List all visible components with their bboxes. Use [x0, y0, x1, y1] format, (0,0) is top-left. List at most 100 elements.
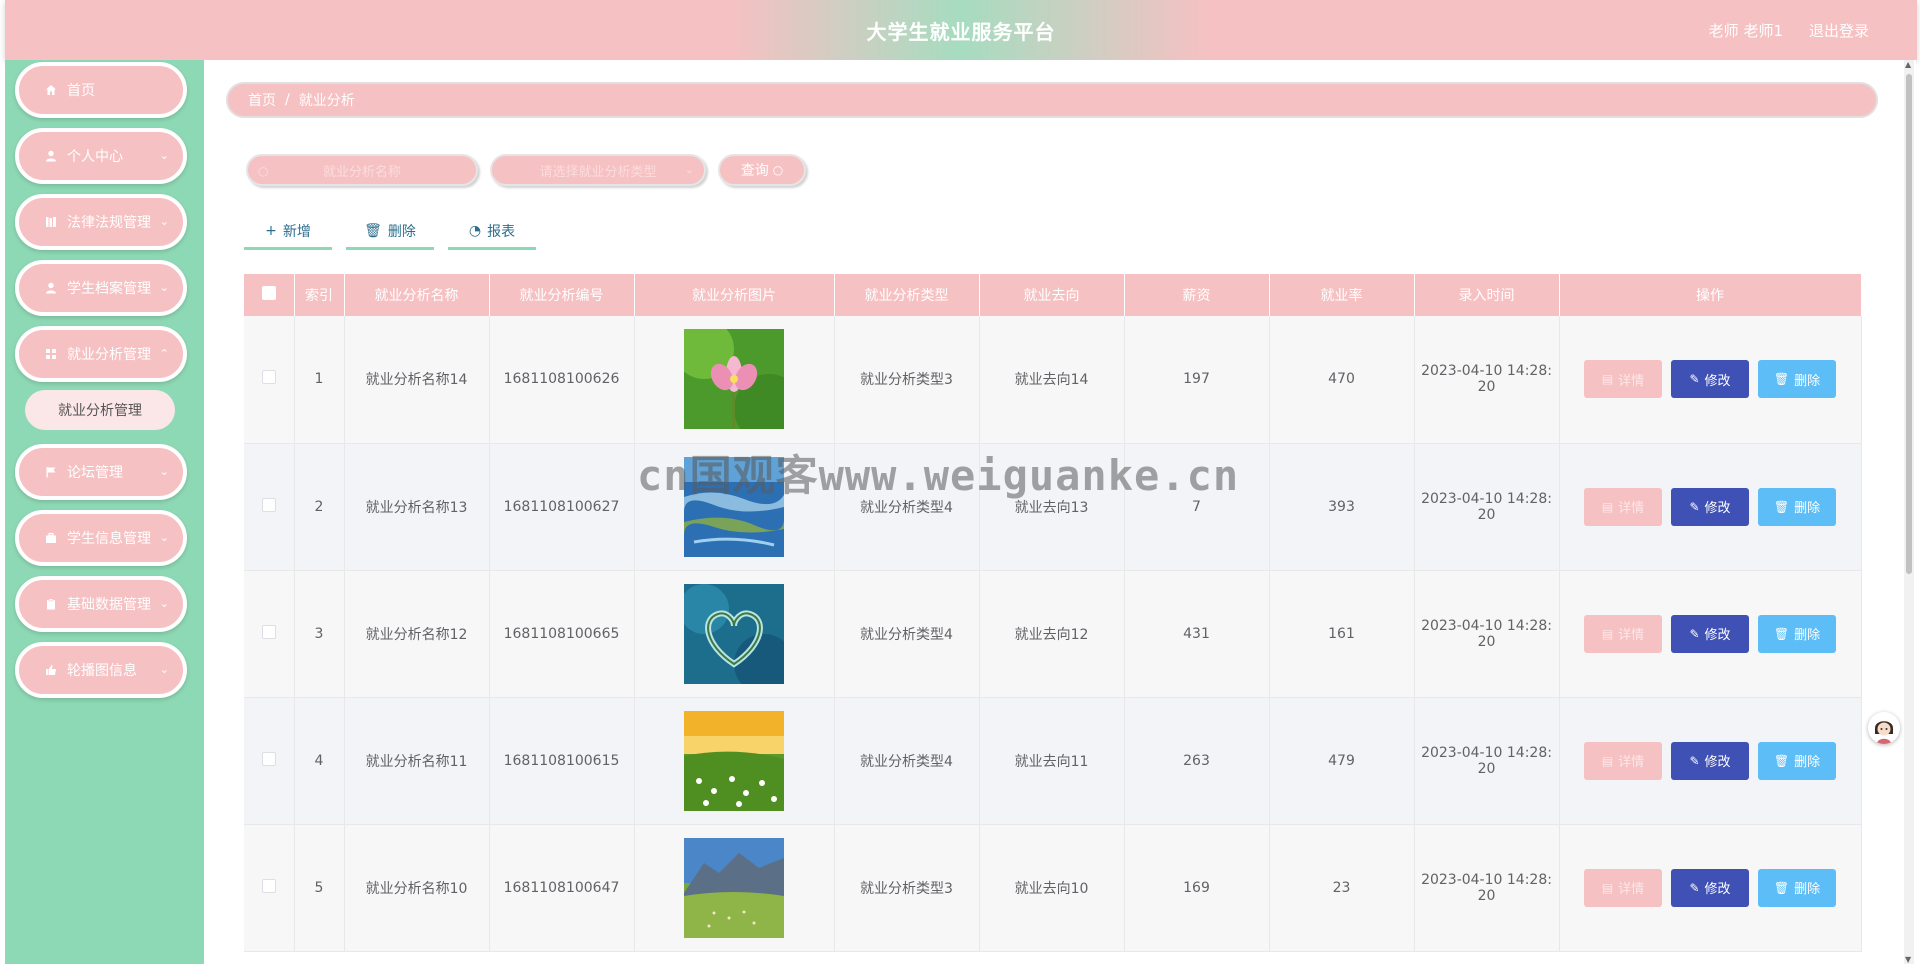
sidebar-item-employment-analysis[interactable]: 就业分析管理 ⌃	[15, 326, 187, 382]
detail-button[interactable]: ▤ 详情	[1584, 614, 1662, 653]
cell-name: 就业分析名称14	[344, 316, 490, 444]
checkbox[interactable]	[261, 286, 276, 300]
current-user: 老师 老师1	[1708, 21, 1783, 40]
cell-destination: 就业去向10	[979, 824, 1125, 952]
sidebar-item-student-info[interactable]: 学生信息管理 ⌄	[15, 510, 187, 566]
cell-salary: 197	[1124, 316, 1270, 444]
document-icon: ▤	[1601, 626, 1614, 641]
chevron-down-icon: ⌄	[159, 281, 169, 294]
query-button[interactable]: 查询 ○	[718, 154, 806, 186]
cell-rate: 23	[1269, 824, 1415, 952]
edit-button[interactable]: ✎ 修改	[1671, 741, 1749, 780]
cell-rate: 470	[1269, 316, 1415, 444]
delete-button[interactable]: 🗑 删除	[1758, 614, 1836, 653]
detail-button[interactable]: ▤ 详情	[1584, 868, 1662, 907]
mountain-meadow-image[interactable]	[684, 837, 784, 938]
time-line-2: 20	[1477, 887, 1496, 904]
detail-button[interactable]: ▤ 详情	[1584, 360, 1662, 399]
cell-image	[634, 443, 835, 571]
row-checkbox[interactable]	[261, 624, 276, 639]
time-line-1: 2023-04-10 14:28:	[1421, 871, 1552, 888]
cell-type: 就业分析类型3	[834, 316, 980, 444]
sidebar-item-personal-center[interactable]: 个人中心 ⌄	[15, 128, 187, 184]
time-line-2: 20	[1477, 760, 1496, 777]
batch-delete-button[interactable]: 🗑 删除	[346, 214, 434, 250]
edit-button[interactable]: ✎ 修改	[1671, 614, 1749, 653]
document-icon: ▤	[1601, 753, 1614, 768]
sidebar-item-carousel[interactable]: 轮播图信息 ⌄	[15, 642, 187, 698]
time-line-1: 2023-04-10 14:28:	[1421, 617, 1552, 634]
table-header-row: 索引 就业分析名称 就业分析编号 就业分析图片 就业分析类型 就业去向 薪资 就…	[244, 274, 1862, 316]
cell-actions: ▤ 详情 ✎ 修改 🗑 删除	[1559, 316, 1862, 444]
cell-destination: 就业去向12	[979, 570, 1125, 698]
select-all-checkbox[interactable]	[244, 274, 295, 316]
type-select[interactable]: 请选择就业分析类型 ⌄	[490, 154, 706, 186]
cell-actions: ▤ 详情 ✎ 修改 🗑 删除	[1559, 824, 1862, 952]
cell-code: 1681108100665	[489, 570, 635, 698]
assistant-avatar-icon[interactable]	[1868, 712, 1900, 744]
row-checkbox[interactable]	[261, 497, 276, 512]
table-row: 2 就业分析名称13 1681108100627 就业分析类型4 就业去向13 …	[244, 443, 1862, 571]
col-header-type: 就业分析类型	[834, 274, 980, 316]
sidebar-item-home[interactable]: 首页	[15, 62, 187, 118]
search-icon: ○	[258, 164, 269, 178]
col-header-salary: 薪资	[1124, 274, 1270, 316]
cell-name: 就业分析名称10	[344, 824, 490, 952]
detail-label: 详情	[1618, 501, 1645, 516]
delete-button[interactable]: 🗑 删除	[1758, 360, 1836, 399]
sidebar-item-forum[interactable]: 论坛管理 ⌄	[15, 444, 187, 500]
cell-salary: 431	[1124, 570, 1270, 698]
detail-button[interactable]: ▤ 详情	[1584, 487, 1662, 526]
table-row: 3 就业分析名称12 1681108100665 就业分析类型4 就业去向12 …	[244, 570, 1862, 698]
delete-label: 删除	[1794, 501, 1821, 516]
water-landscape-image[interactable]	[684, 456, 784, 557]
report-button[interactable]: ◔ 报表	[448, 214, 536, 250]
sidebar: 首页 个人中心 ⌄ 法律法规管理 ⌄ 学生档案管理 ⌄ 就业分析管理 ⌃ 就业分…	[5, 60, 204, 964]
page-scrollbar[interactable]: ▲ ▼	[1904, 60, 1914, 964]
edit-button[interactable]: ✎ 修改	[1671, 487, 1749, 526]
scroll-down-arrow-icon[interactable]: ▼	[1905, 955, 1911, 964]
cell-salary: 263	[1124, 697, 1270, 825]
detail-button[interactable]: ▤ 详情	[1584, 741, 1662, 780]
home-icon	[43, 82, 59, 98]
lotus-flower-image[interactable]	[684, 329, 784, 430]
row-checkbox[interactable]	[261, 370, 276, 385]
heart-island-image[interactable]	[684, 583, 784, 684]
name-search-input[interactable]: ○ 就业分析名称	[246, 154, 478, 186]
submenu-item-employment-analysis[interactable]: 就业分析管理	[25, 390, 175, 430]
sidebar-item-student-archives[interactable]: 学生档案管理 ⌄	[15, 260, 187, 316]
delete-button[interactable]: 🗑 删除	[1758, 868, 1836, 907]
row-checkbox[interactable]	[261, 878, 276, 893]
flower-field-image[interactable]	[684, 710, 784, 811]
breadcrumb-home[interactable]: 首页	[248, 90, 276, 110]
sidebar-item-label: 学生档案管理	[67, 281, 151, 297]
trash-icon: 🗑	[1773, 753, 1790, 768]
sidebar-item-laws[interactable]: 法律法规管理 ⌄	[15, 194, 187, 250]
logout-button[interactable]: 退出登录	[1809, 20, 1869, 41]
sidebar-item-label: 基础数据管理	[67, 597, 151, 613]
scroll-up-arrow-icon[interactable]: ▲	[1905, 60, 1911, 69]
row-checkbox[interactable]	[261, 751, 276, 766]
pie-chart-icon: ◔	[468, 222, 482, 239]
sidebar-item-label: 就业分析管理	[67, 347, 151, 363]
cell-index: 3	[294, 570, 345, 698]
cell-type: 就业分析类型3	[834, 824, 980, 952]
trash-icon: 🗑	[1773, 372, 1790, 387]
add-button[interactable]: + 新增	[244, 214, 332, 250]
scrollbar-thumb[interactable]	[1906, 74, 1912, 574]
table-row: 4 就业分析名称11 1681108100615 就业分析类型4 就业去向11 …	[244, 697, 1862, 825]
delete-label: 删除	[1794, 628, 1821, 643]
time-line-1: 2023-04-10 14:28:	[1421, 490, 1552, 507]
delete-button[interactable]: 🗑 删除	[1758, 741, 1836, 780]
data-table: 索引 就业分析名称 就业分析编号 就业分析图片 就业分析类型 就业去向 薪资 就…	[244, 274, 1862, 952]
edit-label: 修改	[1704, 628, 1731, 643]
table-row: 5 就业分析名称10 1681108100647 就业分析类型3 就业去向10 …	[244, 824, 1862, 952]
cell-image	[634, 697, 835, 825]
breadcrumb-separator: /	[285, 92, 290, 108]
sidebar-item-base-data[interactable]: 基础数据管理 ⌄	[15, 576, 187, 632]
report-button-label: 报表	[487, 223, 516, 240]
edit-label: 修改	[1704, 373, 1731, 389]
delete-button[interactable]: 🗑 删除	[1758, 487, 1836, 526]
edit-button[interactable]: ✎ 修改	[1671, 868, 1749, 907]
edit-button[interactable]: ✎ 修改	[1671, 360, 1749, 399]
